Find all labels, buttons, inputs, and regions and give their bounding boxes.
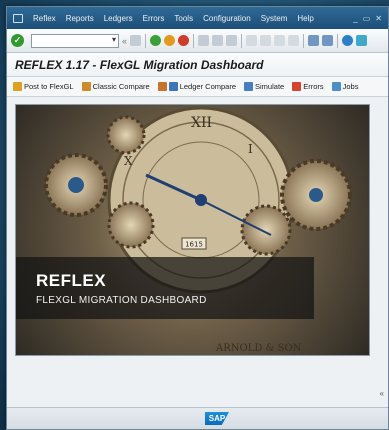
sap-logo: SAP [205, 412, 229, 425]
status-bar: SAP [7, 407, 388, 429]
menu-errors[interactable]: Errors [143, 14, 165, 23]
numeral-x: X [124, 154, 133, 168]
previous-page-icon[interactable] [260, 35, 272, 46]
menu-help[interactable]: Help [297, 14, 313, 23]
post-to-flexgl-label: Post to FlexGL [24, 82, 74, 91]
gear-top-icon [106, 115, 146, 155]
cancel-icon[interactable] [178, 35, 190, 46]
enter-icon[interactable]: ✓ [11, 34, 24, 47]
find-icon[interactable] [212, 35, 224, 46]
system-toolbar: ✓ ▾ « [7, 29, 388, 53]
errors-button[interactable]: Errors [292, 82, 324, 91]
save-icon[interactable] [130, 35, 142, 46]
last-page-icon[interactable] [288, 35, 300, 46]
ledger-icon [157, 82, 167, 91]
collapse-icon[interactable]: « [380, 389, 384, 398]
system-menu-icon[interactable] [13, 13, 23, 23]
classic-compare-label: Classic Compare [92, 82, 150, 91]
application-toolbar: Post to FlexGL Classic Compare Ledger Co… [7, 77, 388, 97]
back-nav-icon[interactable] [150, 35, 162, 46]
menu-reports[interactable]: Reports [66, 14, 94, 23]
post-icon [13, 82, 22, 91]
banner-subtitle: FLEXGL MIGRATION DASHBOARD [36, 295, 207, 306]
banner-title: REFLEX [36, 271, 107, 290]
new-session-icon[interactable] [308, 35, 320, 46]
numeral-xii: XII [191, 115, 212, 131]
ledger-compare-label: Ledger Compare [179, 82, 237, 91]
simulate-icon [244, 82, 254, 91]
close-icon[interactable]: ✕ [375, 14, 382, 23]
maker-engraving: ARNOLD & SON [215, 343, 302, 354]
help-icon[interactable] [342, 35, 354, 46]
gear-small-icon [107, 201, 155, 249]
simulate-button[interactable]: Simulate [244, 82, 284, 91]
menu-ledgers[interactable]: Ledgers [104, 14, 133, 23]
toolbar-divider [303, 33, 305, 48]
toolbar-divider [337, 33, 339, 48]
chevron-down-icon[interactable]: ▾ [112, 35, 116, 44]
toolbar-divider [241, 33, 243, 48]
hand-pivot-icon [195, 194, 207, 206]
ledger-icon [168, 82, 178, 91]
shortcut-icon[interactable] [322, 35, 334, 46]
menu-tools[interactable]: Tools [174, 14, 193, 23]
compare-icon [81, 82, 91, 91]
find-next-icon[interactable] [226, 35, 238, 46]
numeral-i: I [248, 142, 253, 156]
classic-compare-button[interactable]: Classic Compare [81, 82, 150, 91]
jobs-label: Jobs [342, 82, 359, 91]
page-title: REFLEX 1.17 - FlexGL Migration Dashboard [15, 57, 264, 72]
ledger-compare-button[interactable]: Ledger Compare [157, 82, 237, 91]
print-icon[interactable] [198, 35, 210, 46]
gear-jewel-icon [309, 188, 323, 202]
command-field[interactable]: ▾ [31, 33, 119, 48]
gear-jewel-icon [68, 177, 84, 193]
dial-number-text: 1615 [185, 241, 203, 249]
layout-icon[interactable] [356, 35, 368, 46]
dashboard-image: XII I X 1615 ARNOLD & SON REFLEX FLEXGL … [15, 104, 370, 356]
errors-label: Errors [303, 82, 324, 91]
toolbar-divider [193, 33, 195, 48]
menu-system[interactable]: System [261, 14, 288, 23]
simulate-label: Simulate [255, 82, 285, 91]
menu-bar: Reflex Reports Ledgers Errors Tools Conf… [7, 7, 388, 29]
next-page-icon[interactable] [274, 35, 286, 46]
menu-reflex[interactable]: Reflex [33, 14, 56, 23]
post-to-flexgl-button[interactable]: Post to FlexGL [13, 82, 74, 91]
restore-icon[interactable]: ▭ [363, 14, 371, 23]
jobs-icon [331, 82, 341, 91]
errors-icon [292, 82, 302, 91]
jobs-button[interactable]: Jobs [331, 82, 359, 91]
exit-icon[interactable] [164, 35, 176, 46]
first-page-icon[interactable] [246, 35, 258, 46]
toolbar-divider [145, 33, 147, 48]
back-icon[interactable]: « [122, 36, 127, 46]
title-area: REFLEX 1.17 - FlexGL Migration Dashboard [7, 53, 388, 77]
menu-configuration[interactable]: Configuration [203, 14, 251, 23]
hero-banner: REFLEX FLEXGL MIGRATION DASHBOARD [16, 257, 314, 319]
minimize-icon[interactable]: _ [353, 14, 357, 23]
gear-small-icon [240, 204, 292, 256]
window-controls: _ ▭ ✕ [353, 14, 388, 23]
